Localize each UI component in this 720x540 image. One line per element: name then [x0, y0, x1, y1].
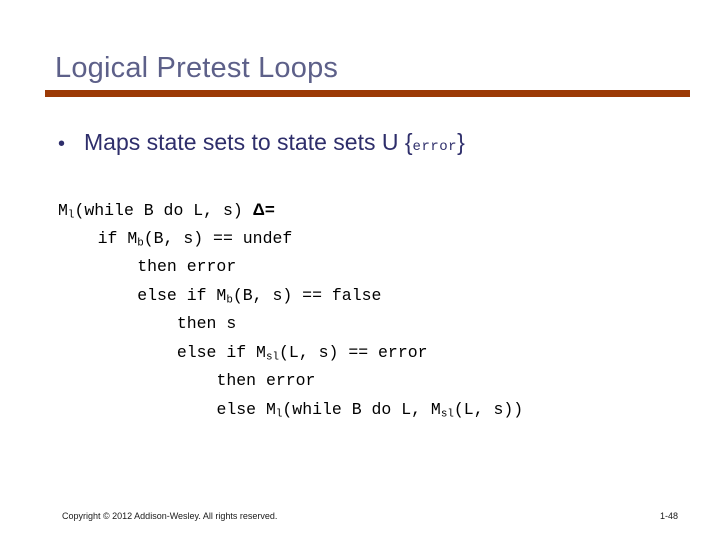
code-text: (L, s))	[453, 399, 524, 419]
code-text: else if M	[137, 285, 227, 305]
title-divider	[45, 90, 690, 97]
code-text: (B, s) == undef	[143, 228, 293, 248]
code-line: else Ml(while B do L, Msl(L, s))	[58, 396, 523, 425]
slide-canvas: Logical Pretest Loops • Maps state sets …	[0, 0, 720, 540]
page-title: Logical Pretest Loops	[55, 52, 339, 85]
code-text: (while B do L, M	[282, 399, 441, 419]
bullet-list-item: • Maps state sets to state sets U {error…	[58, 129, 465, 155]
code-line: then error	[58, 367, 523, 396]
semantics-code-block: Ml(while B do L, s) Δ= if Mb(B, s) == un…	[58, 196, 523, 424]
bullet-text-main: Maps state sets to state sets U	[84, 129, 405, 155]
open-brace: {	[404, 129, 413, 155]
code-text: then error	[137, 257, 237, 276]
code-line: then error	[58, 253, 523, 282]
code-line: else if Msl(L, s) == error	[58, 339, 523, 368]
bullet-marker-icon: •	[58, 133, 66, 155]
bullet-item-label: Maps state sets to state sets U {error}	[84, 129, 465, 155]
error-token: error	[412, 139, 458, 155]
code-text: (L, s) == error	[279, 342, 428, 362]
code-text: else M	[216, 399, 276, 419]
code-text: (while B do L, s)	[74, 201, 253, 220]
footer-page-number: 1-48	[660, 511, 679, 521]
delta-equals-symbol: Δ=	[252, 200, 275, 219]
code-text: (B, s) == false	[232, 285, 382, 305]
code-text: M	[58, 201, 68, 220]
code-line: else if Mb(B, s) == false	[58, 282, 523, 311]
code-text: if M	[97, 228, 138, 248]
code-text: then s	[176, 314, 237, 333]
code-subscript: sl	[265, 350, 280, 363]
code-line: then s	[58, 310, 523, 339]
footer-copyright: Copyright © 2012 Addison-Wesley. All rig…	[62, 511, 278, 521]
close-brace: }	[457, 129, 465, 155]
code-subscript: sl	[440, 407, 454, 420]
code-text: else if M	[176, 342, 266, 362]
code-line: Ml(while B do L, s) Δ=	[58, 196, 523, 225]
code-text: then error	[216, 371, 316, 390]
code-line: if Mb(B, s) == undef	[58, 225, 523, 254]
